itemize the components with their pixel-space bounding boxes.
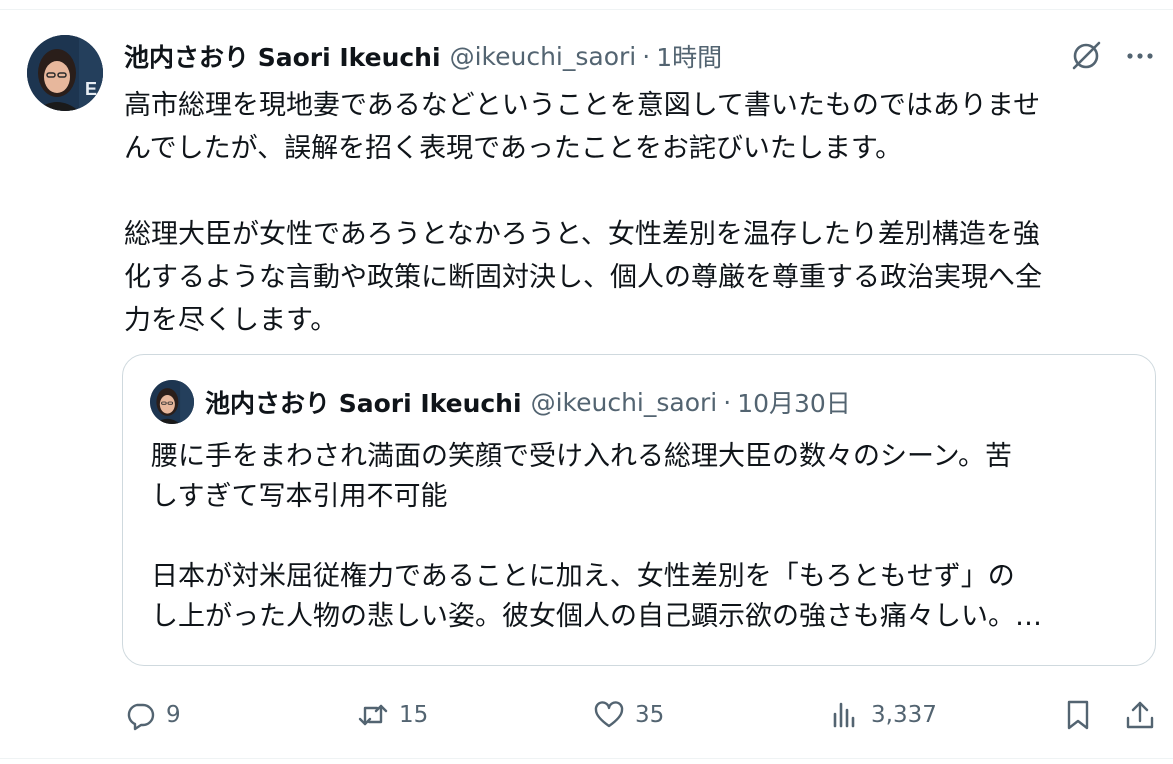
quoted-line: しすぎて写本引用不可能 [151,481,448,512]
quoted-text: 腰に手をまわされ満面の笑顔で受け入れる総理大臣の数々のシーン。苦 しすぎて写本引… [151,437,1141,637]
separator-dot: · [723,387,732,417]
display-name[interactable]: 池内さおり Saori Ikeuchi [124,38,441,74]
quoted-line-gap [151,517,1141,557]
avatar[interactable]: E [27,35,103,111]
tweet-line-gap [124,170,1154,213]
bottom-divider [0,758,1173,759]
tweet-line: 高市総理を現地妻であるなどということを意図して書いたものではありませ [124,90,1041,121]
tweet-header: 池内さおり Saori Ikeuchi @ikeuchi_saori · 1時間 [124,36,722,76]
tweet-line: んでしたが、誤解を招く表現であったことをお詫びいたします。 [124,133,903,164]
quoted-timestamp: 10月30日 [737,389,851,418]
bookmark-button[interactable] [1062,699,1094,731]
grok-button[interactable] [1068,38,1104,74]
retweet-icon [358,704,388,726]
views-button[interactable]: 3,337 [829,695,937,735]
retweet-count: 15 [399,702,429,728]
more-button[interactable] [1122,38,1158,74]
grok-icon [1072,41,1101,70]
timestamp[interactable]: 1時間 [656,38,722,74]
quoted-line: し上がった人物の悲しい姿。彼女個人の自己顕示欲の強さも痛々しい。… [151,601,1042,632]
share-icon [1126,701,1154,729]
reply-button[interactable]: 9 [124,695,181,735]
quoted-line: 日本が対米屈従権力であることに加え、女性差別を「もろともせず」の [151,561,1015,592]
action-bar: 9 15 35 3,337 [0,695,1173,735]
more-icon [1127,53,1153,59]
quoted-avatar [150,380,194,424]
heart-icon [594,701,624,728]
reply-count: 9 [166,702,181,728]
separator-dot: · [642,41,651,71]
tweet-line: 総理大臣が女性であろうとなかろうと、女性差別を温存したり差別構造を強 [124,219,1040,250]
bookmark-icon [1067,700,1089,730]
views-icon [833,702,855,728]
tweet-text: 高市総理を現地妻であるなどということを意図して書いたものではありませ んでしたが… [124,84,1154,342]
avatar-image: E [27,35,103,111]
svg-text:E: E [85,79,97,99]
share-button[interactable] [1124,699,1156,731]
quoted-display-name: 池内さおり Saori Ikeuchi [205,389,522,418]
quoted-line: 腰に手をまわされ満面の笑顔で受け入れる総理大臣の数々のシーン。苦 [151,441,1013,472]
like-button[interactable]: 35 [593,695,664,735]
retweet-button[interactable]: 15 [357,695,428,735]
like-count: 35 [635,702,665,728]
tweet[interactable]: E 池内さおり Saori Ikeuchi @ikeuchi_saori · 1… [0,0,1173,764]
quoted-avatar-image [150,380,194,424]
tweet-line: 化するような言動や政策に断固対決し、個人の尊厳を尊重する政治実現へ全 [124,262,1042,293]
quoted-header: 池内さおり Saori Ikeuchi @ikeuchi_saori · 10月… [205,383,851,421]
reply-icon [127,703,155,731]
view-count: 3,337 [871,702,937,728]
quoted-tweet[interactable]: 池内さおり Saori Ikeuchi @ikeuchi_saori · 10月… [122,354,1156,666]
user-handle[interactable]: @ikeuchi_saori [450,42,637,71]
tweet-line: 力を尽くします。 [124,305,338,336]
quoted-handle: @ikeuchi_saori [530,387,718,417]
